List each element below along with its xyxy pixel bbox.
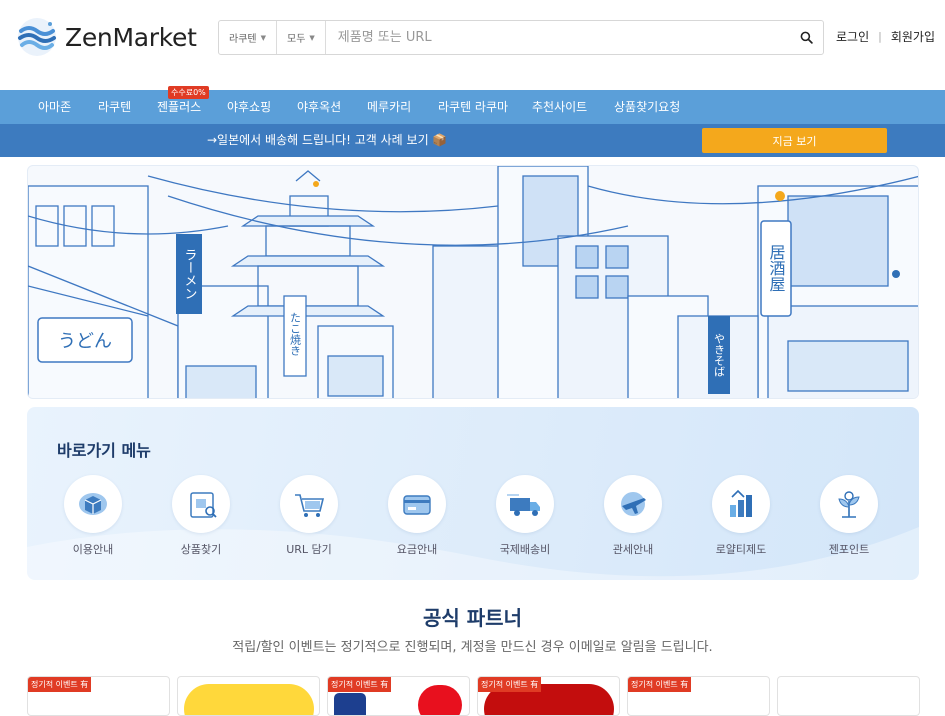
takoyaki-sign: たこ焼き [289,312,302,356]
hero-banner[interactable]: ラーメン うどん たこ焼き 居酒屋 やきそば [27,165,919,399]
izakaya-sign: 居酒屋 [767,244,786,292]
search-icon [800,31,813,44]
nav-item-find-request[interactable]: 상품찾기요청 [614,90,680,124]
cart-url-icon [280,475,338,533]
promo-text[interactable]: →일본에서 배송해 드립니다! 고객 사례 보기 📦 [207,124,447,157]
category-select-value: 모두 [287,34,306,45]
shortcut-label: 관세안내 [612,543,654,556]
japan-street-illustration: ラーメン うどん たこ焼き 居酒屋 やきそば [28,166,918,398]
shortcut-label: 요금안내 [396,543,438,556]
partner-card[interactable] [777,676,920,716]
ramen-sign: ラーメン [182,248,197,300]
view-now-button[interactable]: 지금 보기 [702,128,887,153]
loyalty-coins-icon [712,475,770,533]
shortcut-label: 젠포인트 [828,543,870,556]
event-badge: 정기적 이벤트 有 [478,677,542,692]
nav-item-amazon[interactable]: 아마존 [38,90,71,124]
zenmarket-logo-icon [18,18,56,56]
nav-item-yahoo-auction[interactable]: 야후옥션 [297,90,341,124]
partners-subtitle: 적립/할인 이벤트는 정기적으로 진행되며, 계정을 만드신 경우 이메일로 알… [232,640,713,655]
nav-item-recommended[interactable]: 추천사이트 [532,90,587,124]
search-bar: 라쿠텐 ▼ 모두 ▼ [218,20,824,55]
product-search-icon [172,475,230,533]
shortcut-title: 바로가기 메뉴 [57,441,151,460]
partner-logo [184,684,314,715]
partner-card[interactable]: 정기적 이벤트 有 [27,676,170,716]
event-badge: 정기적 이벤트 有 [28,677,92,692]
auth-links: 로그인 | 회원가입 [836,28,935,45]
event-badge: 정기적 이벤트 有 [628,677,692,692]
shortcut-label: 국제배송비 [499,543,551,556]
divider: | [878,30,882,43]
payment-card-icon [388,475,446,533]
shortcut-label: 상품찾기 [180,543,222,556]
shortcut-item-guide[interactable]: 이용안내 [53,475,133,557]
shortcut-item-shipping[interactable]: 국제배송비 [485,475,565,557]
search-button[interactable] [789,21,823,54]
delivery-truck-icon [496,475,554,533]
fee-badge: 수수료0% [168,86,209,99]
chevron-down-icon: ▼ [260,33,266,42]
site-select[interactable]: 라쿠텐 ▼ [219,21,277,54]
box-guide-icon [64,475,122,533]
partner-card[interactable]: 정기적 이벤트 有 [627,676,770,716]
logo-text: ZenMarket [65,22,197,52]
shortcut-item-url-cart[interactable]: URL 담기 [269,475,349,557]
zen-point-plant-icon [820,475,878,533]
nav-item-rakuma[interactable]: 라쿠텐 라쿠마 [438,90,508,124]
partners-title: 공식 파트너 [423,606,522,630]
partner-logo-mark [418,685,462,715]
shortcut-menu: 바로가기 메뉴 이용안내 상품찾기 URL 담기 요금안내 국제배송비 관세안내… [27,407,919,580]
header: ZenMarket 라쿠텐 ▼ 모두 ▼ 로그인 | 회원가입 [0,0,945,90]
shortcut-item-zen-point[interactable]: 젠포인트 [809,475,889,557]
site-select-value: 라쿠텐 [229,34,257,45]
customs-plane-icon [604,475,662,533]
search-input[interactable] [325,21,789,54]
nav-item-yahoo-shopping[interactable]: 야후쇼핑 [227,90,271,124]
nav-item-mercari[interactable]: 메루카리 [367,90,411,124]
partner-card[interactable] [177,676,320,716]
shortcut-item-loyalty[interactable]: 로얄티제도 [701,475,781,557]
shortcut-item-product-search[interactable]: 상품찾기 [161,475,241,557]
chevron-down-icon: ▼ [309,33,315,42]
partner-card[interactable]: 정기적 이벤트 有 [327,676,470,716]
logo[interactable]: ZenMarket [17,17,197,57]
event-badge: 정기적 이벤트 有 [328,677,392,692]
category-select[interactable]: 모두 ▼ [277,21,326,54]
signup-link[interactable]: 회원가입 [891,28,935,45]
shortcut-item-fees[interactable]: 요금안내 [377,475,457,557]
partner-logo [334,693,366,715]
nav-item-rakuten[interactable]: 라쿠텐 [98,90,131,124]
partner-card[interactable]: 정기적 이벤트 有 [477,676,620,716]
login-link[interactable]: 로그인 [836,28,869,45]
shortcut-label: 이용안내 [72,543,114,556]
shortcut-item-customs[interactable]: 관세안내 [593,475,673,557]
yakisoba-sign: やきそば [713,333,726,377]
shortcut-label: URL 담기 [286,543,332,556]
main-nav: 아마존 라쿠텐 젠플러스 야후쇼핑 야후옥션 메루카리 라쿠텐 라쿠마 추천사이… [0,90,945,124]
shortcut-label: 로얄티제도 [715,543,767,556]
udon-sign: うどん [58,331,112,352]
